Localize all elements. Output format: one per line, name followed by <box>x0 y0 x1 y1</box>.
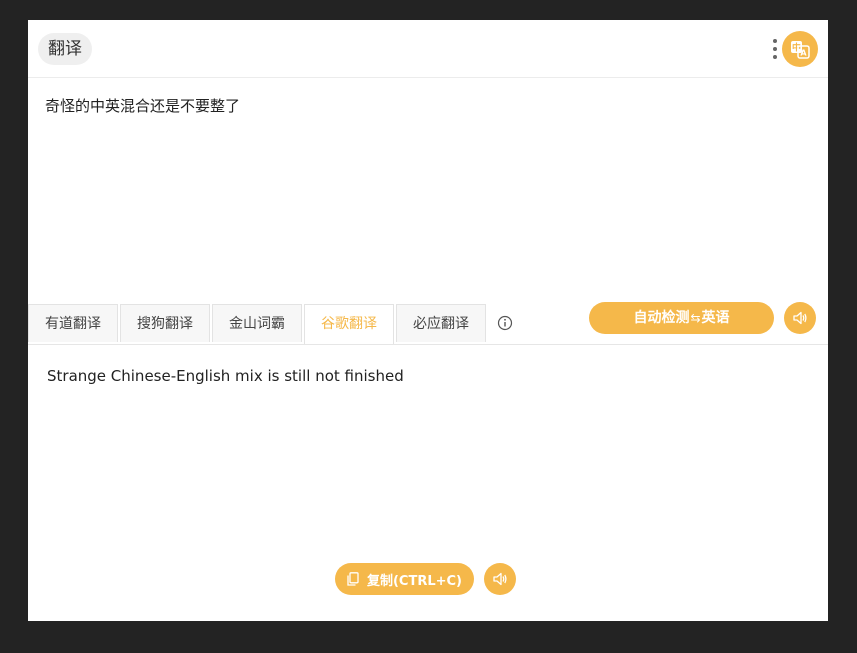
engine-tabs-bar: 有道翻译 搜狗翻译 金山词霸 谷歌翻译 必应翻译 自动检测⇆英语 <box>28 302 828 345</box>
result-area: Strange Chinese-English mix is still not… <box>28 345 828 621</box>
app-title: 翻译 <box>38 33 92 65</box>
speaker-icon <box>493 572 507 586</box>
info-icon[interactable] <box>497 315 513 331</box>
tab-google[interactable]: 谷歌翻译 <box>304 304 394 344</box>
copy-label: 复制(CTRL+C) <box>366 573 463 589</box>
source-language: 自动检测 <box>633 310 690 326</box>
source-input-area[interactable]: 奇怪的中英混合还是不要整了 <box>28 78 828 303</box>
tab-youdao[interactable]: 有道翻译 <box>28 304 118 342</box>
translate-icon[interactable]: 中 A <box>782 31 818 67</box>
svg-text:A: A <box>800 49 807 58</box>
target-language: 英语 <box>701 310 730 326</box>
tab-jinshan[interactable]: 金山词霸 <box>212 304 302 342</box>
result-text: Strange Chinese-English mix is still not… <box>47 367 404 385</box>
speak-source-button[interactable] <box>784 302 816 334</box>
copy-button[interactable]: 复制(CTRL+C) <box>335 563 474 595</box>
speaker-icon <box>793 311 807 325</box>
tab-sogou[interactable]: 搜狗翻译 <box>120 304 210 342</box>
tab-bing[interactable]: 必应翻译 <box>396 304 486 342</box>
swap-icon: ⇆ <box>690 311 701 325</box>
translator-window: 翻译 中 A 奇怪的中英混合还是不要整了 有道翻译 搜狗翻译 金山词霸 谷歌翻译… <box>28 20 828 621</box>
more-vertical-icon[interactable] <box>772 39 778 61</box>
language-select-button[interactable]: 自动检测⇆英语 <box>589 302 774 334</box>
copy-icon <box>347 572 359 586</box>
source-text-input[interactable]: 奇怪的中英混合还是不要整了 <box>45 96 805 116</box>
speak-result-button[interactable] <box>484 563 516 595</box>
header-bar: 翻译 中 A <box>28 20 828 78</box>
